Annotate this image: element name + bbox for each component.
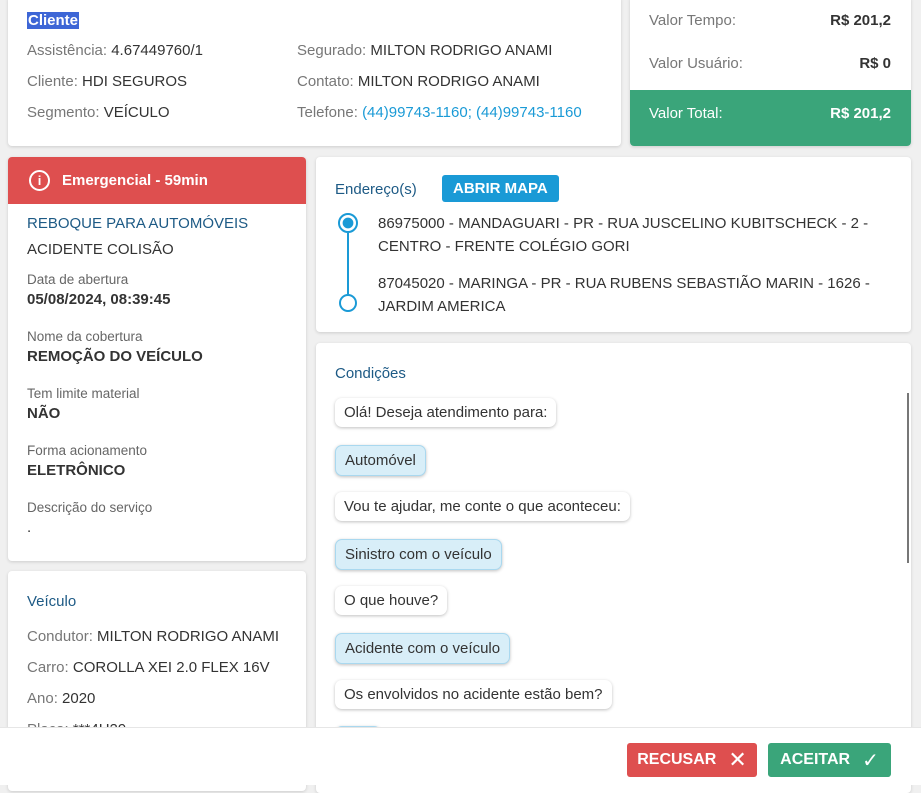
phone-link[interactable]: (44)99743-1160; (44)99743-1160 — [362, 104, 582, 121]
values-card: Valor Tempo: R$ 201,2 Valor Usuário: R$ … — [630, 0, 911, 146]
check-icon: ✓ — [862, 749, 879, 772]
valor-total-label: Valor Total: — [649, 105, 723, 122]
client-card: Cliente Assistência: 4.67449760/1 Client… — [8, 0, 621, 146]
valor-total-bar: Valor Total: R$ 201,2 — [630, 90, 911, 146]
accept-button[interactable]: ACEITAR ✓ — [768, 743, 891, 777]
route-line — [347, 233, 349, 295]
vehicle-row: Condutor: MILTON RODRIGO ANAMI — [27, 628, 280, 645]
chat-question: O que houve? — [335, 586, 448, 615]
scrollbar[interactable] — [907, 393, 909, 563]
chat-answer: Automóvel — [335, 445, 426, 476]
chat-question: Vou te ajudar, me conte o que aconteceu: — [335, 492, 630, 521]
address-title: Endereço(s) — [335, 181, 417, 198]
vehicle-row: Ano: 2020 — [27, 690, 96, 707]
service-reason: ACIDENTE COLISÃO — [27, 241, 174, 258]
conditions-title: Condições — [335, 365, 406, 382]
client-title: Cliente — [27, 12, 80, 29]
emergency-text: Emergencial - 59min — [62, 172, 208, 189]
service-field: Descrição do serviço. — [27, 500, 153, 536]
client-segurado: Segurado: MILTON RODRIGO ANAMI — [297, 42, 553, 59]
client-cliente: Cliente: HDI SEGUROS — [27, 73, 188, 90]
close-icon: ✕ — [728, 747, 747, 772]
service-field: Nome da cobertura REMOÇÃO DO VEÍCULO — [27, 329, 203, 365]
address-item: 86975000 - MANDAGUARI - PR - RUA JUSCELI… — [378, 215, 869, 255]
chat-answer: Acidente com o veículo — [335, 633, 511, 664]
client-contato: Contato: MILTON RODRIGO ANAMI — [297, 73, 540, 90]
open-map-button[interactable]: ABRIR MAPA — [442, 175, 559, 202]
route-end-icon — [339, 294, 357, 312]
vehicle-title: Veículo — [27, 593, 77, 610]
service-field: Tem limite material NÃO — [27, 386, 140, 422]
valor-tempo-label: Valor Tempo: — [649, 12, 736, 29]
info-icon: i — [29, 170, 50, 191]
valor-tempo: R$ 201,2 — [830, 12, 891, 29]
valor-usuario: R$ 0 — [859, 55, 891, 72]
valor-usuario-label: Valor Usuário: — [649, 55, 743, 72]
reject-button[interactable]: RECUSAR ✕ — [627, 743, 757, 777]
valor-total: R$ 201,2 — [830, 105, 891, 122]
route-start-icon — [338, 213, 358, 233]
chat-answer: Sinistro com o veículo — [335, 539, 502, 570]
client-segmento: Segmento: VEÍCULO — [27, 104, 170, 121]
chat-question: Os envolvidos no acidente estão bem? — [335, 680, 612, 709]
address-card: Endereço(s) ABRIR MAPA 86975000 - MANDAG… — [316, 157, 911, 332]
client-assistencia: Assistência: 4.67449760/1 — [27, 42, 203, 59]
service-type: REBOQUE PARA AUTOMÓVEIS — [27, 215, 249, 232]
service-card: i Emergencial - 59min REBOQUE PARA AUTOM… — [8, 157, 306, 561]
emergency-badge: i Emergencial - 59min — [8, 157, 306, 204]
service-field: Data de abertura 05/08/2024, 08:39:45 — [27, 272, 171, 308]
address-item: 87045020 - MARINGA - PR - RUA RUBENS SEB… — [378, 275, 870, 315]
client-telefone: Telefone: (44)99743-1160; (44)99743-1160 — [297, 104, 582, 121]
conditions-card: Condições Olá! Deseja atendimento para: A… — [316, 343, 911, 793]
vehicle-row: Carro: COROLLA XEI 2.0 FLEX 16V — [27, 659, 270, 676]
chat-question: Olá! Deseja atendimento para: — [335, 398, 557, 427]
service-field: Forma acionamento ELETRÔNICO — [27, 443, 148, 479]
